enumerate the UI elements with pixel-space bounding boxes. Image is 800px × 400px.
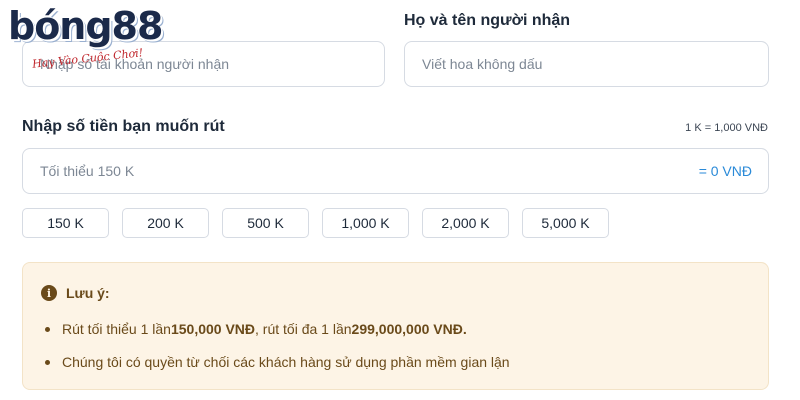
- brand-logo: bóng88 Hay Vào Cuộc Chơi!: [8, 4, 163, 76]
- quick-amount-5000k[interactable]: 5,000 K: [522, 208, 609, 238]
- notice-header: i Lưu ý:: [41, 285, 110, 301]
- notice-line1-part1: Rút tối thiểu 1 lần: [62, 321, 171, 337]
- notice-line1-part2: , rút tối đa 1 lần: [255, 321, 352, 337]
- quick-amount-150k[interactable]: 150 K: [22, 208, 109, 238]
- logo-text: bóng88: [8, 4, 163, 48]
- exchange-rate-text: 1 K = 1,000 VNĐ: [685, 122, 768, 134]
- recipient-name-label: Họ và tên người nhận: [404, 12, 571, 29]
- notice-title: Lưu ý:: [66, 285, 110, 301]
- info-icon: i: [41, 285, 57, 301]
- converted-amount: = 0 VNĐ: [698, 163, 752, 179]
- bullet-dot: [45, 359, 50, 365]
- amount-placeholder: Tối thiểu 150 K: [40, 163, 135, 179]
- notice-line-limits: Rút tối thiểu 1 lần 150,000 VNĐ , rút tố…: [45, 321, 467, 337]
- notice-min-amount: 150,000 VNĐ: [170, 321, 256, 337]
- quick-amount-200k[interactable]: 200 K: [122, 208, 209, 238]
- notice-box: i Lưu ý: Rút tối thiểu 1 lần 150,000 VNĐ…: [22, 262, 769, 390]
- amount-label: Nhập số tiền bạn muốn rút: [22, 118, 225, 135]
- notice-line-fraud: Chúng tôi có quyền từ chối các khách hàn…: [45, 354, 510, 370]
- notice-line2-text: Chúng tôi có quyền từ chối các khách hàn…: [62, 354, 510, 370]
- logo-slogan: Hay Vào Cuộc Chơi!: [31, 46, 144, 71]
- quick-amount-chips: 150 K 200 K 500 K 1,000 K 2,000 K 5,000 …: [22, 208, 609, 238]
- quick-amount-500k[interactable]: 500 K: [222, 208, 309, 238]
- quick-amount-2000k[interactable]: 2,000 K: [422, 208, 509, 238]
- bullet-dot: [45, 326, 50, 332]
- amount-input[interactable]: Tối thiểu 150 K = 0 VNĐ: [22, 148, 769, 194]
- recipient-name-placeholder: Viết hoa không dấu: [422, 56, 543, 72]
- notice-max-amount: 299,000,000 VNĐ.: [351, 321, 467, 337]
- recipient-name-input[interactable]: Viết hoa không dấu: [404, 41, 769, 87]
- quick-amount-1000k[interactable]: 1,000 K: [322, 208, 409, 238]
